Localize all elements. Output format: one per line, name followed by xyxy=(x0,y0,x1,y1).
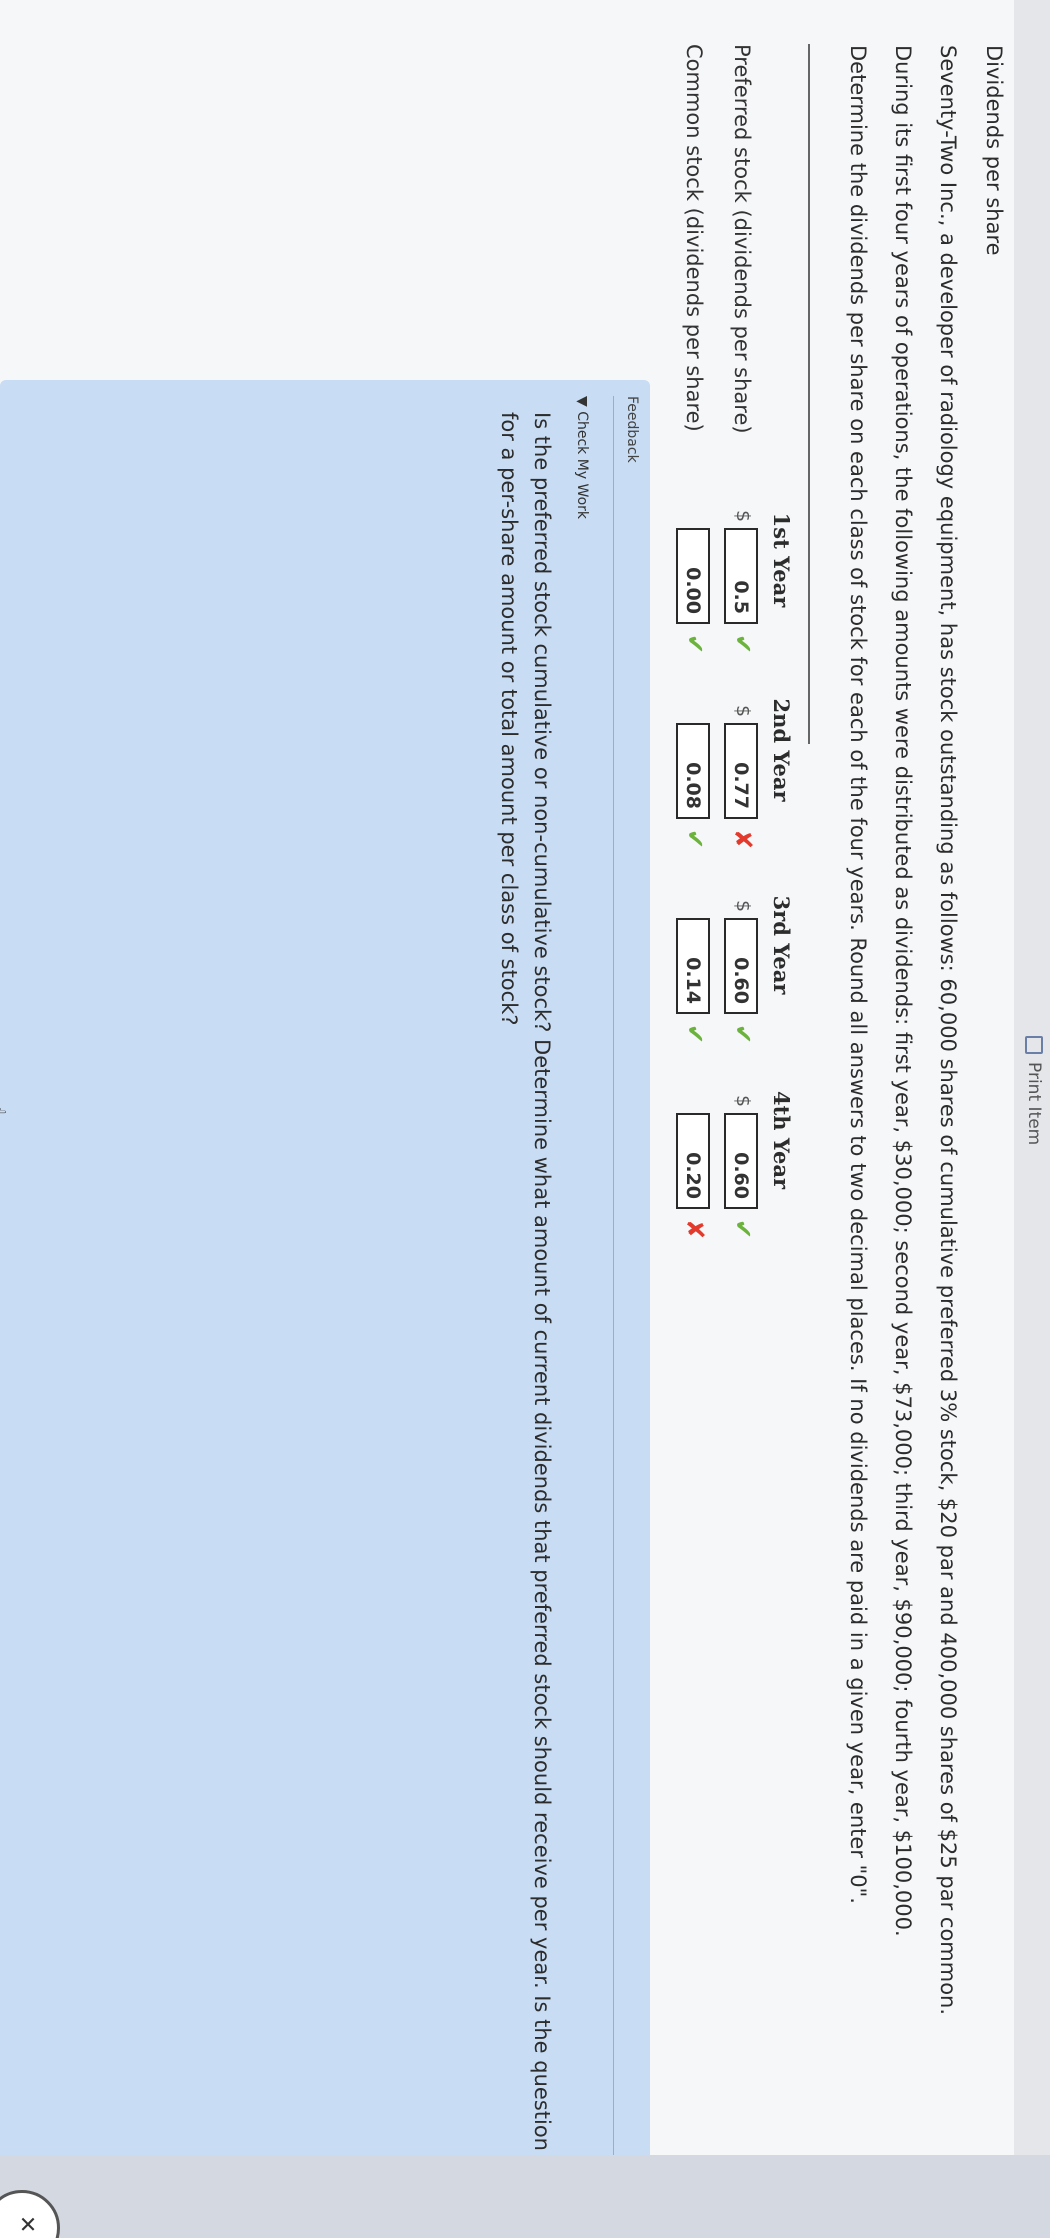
preferred-year2-cell: $ 0.77 ✘ xyxy=(724,705,758,885)
cross-icon: ✘ xyxy=(681,1219,709,1240)
row-label-common: Common stock (dividends per share) xyxy=(682,44,706,432)
preferred-year3-input[interactable]: 0.60 xyxy=(724,918,758,1014)
common-year4-input[interactable]: 0.20 xyxy=(676,1113,710,1209)
print-item-button[interactable]: Print Item xyxy=(1024,1036,1044,1145)
common-year2-cell: 0.08 ✔ xyxy=(676,705,710,885)
feedback-divider xyxy=(613,396,614,2236)
hand-cursor-icon: ☝ xyxy=(0,1100,10,1116)
preferred-year1-input[interactable]: 0.5 xyxy=(724,528,758,624)
common-year2-input[interactable]: 0.08 xyxy=(676,723,710,819)
check-icon: ✔ xyxy=(681,829,709,850)
currency-symbol: $ xyxy=(732,705,754,718)
preferred-year4-input[interactable]: 0.60 xyxy=(724,1113,758,1209)
common-year3-input[interactable]: 0.14 xyxy=(676,918,710,1014)
table-top-rule xyxy=(808,44,810,744)
column-header-4th-year: 4th Year xyxy=(769,1090,794,1190)
feedback-label: Feedback xyxy=(624,396,640,463)
common-year1-cell: 0.00 ✔ xyxy=(676,510,710,690)
check-icon: ✔ xyxy=(729,634,757,655)
cross-icon: ✘ xyxy=(729,829,757,850)
print-item-label: Print Item xyxy=(1024,1062,1044,1146)
top-bar: Print Item xyxy=(1014,0,1050,2238)
common-year4-cell: 0.20 ✘ xyxy=(676,1095,710,1275)
currency-symbol: $ xyxy=(732,510,754,523)
currency-symbol: $ xyxy=(732,900,754,913)
preferred-year2-input[interactable]: 0.77 xyxy=(724,723,758,819)
feedback-text: Is the preferred stock cumulative or non… xyxy=(497,412,554,2227)
print-icon xyxy=(1025,1036,1043,1054)
common-year1-input[interactable]: 0.00 xyxy=(676,528,710,624)
column-header-3rd-year: 3rd Year xyxy=(769,895,794,995)
screen: Print Item Dividends per share Seventy-T… xyxy=(0,0,1050,2238)
right-sidebar xyxy=(0,2155,1050,2238)
check-icon: ✔ xyxy=(681,1024,709,1045)
preferred-year3-cell: $ 0.60 ✔ xyxy=(724,900,758,1080)
check-icon: ✔ xyxy=(681,634,709,655)
common-year3-cell: 0.14 ✔ xyxy=(676,900,710,1080)
check-icon: ✔ xyxy=(729,1219,757,1240)
column-header-2nd-year: 2nd Year xyxy=(769,698,794,802)
check-my-work-toggle[interactable]: ▼ Check My Work xyxy=(574,396,590,519)
problem-paragraph-2: During its first four years of operation… xyxy=(891,45,915,1937)
problem-paragraph-3: Determine the dividends per share on eac… xyxy=(846,45,870,1904)
preferred-year4-cell: $ 0.60 ✔ xyxy=(724,1095,758,1275)
feedback-panel: Feedback ▼ Check My Work Is the preferre… xyxy=(0,380,650,2238)
close-icon: ✕ xyxy=(14,2215,39,2234)
check-icon: ✔ xyxy=(729,1024,757,1045)
preferred-year1-cell: $ 0.5 ✔ xyxy=(724,510,758,690)
row-label-preferred: Preferred stock (dividends per share) xyxy=(730,44,754,434)
problem-paragraph-1: Seventy-Two Inc., a developer of radiolo… xyxy=(936,45,960,2016)
currency-symbol: $ xyxy=(732,1095,754,1108)
page-title: Dividends per share xyxy=(982,45,1006,256)
column-header-1st-year: 1st Year xyxy=(769,512,794,608)
